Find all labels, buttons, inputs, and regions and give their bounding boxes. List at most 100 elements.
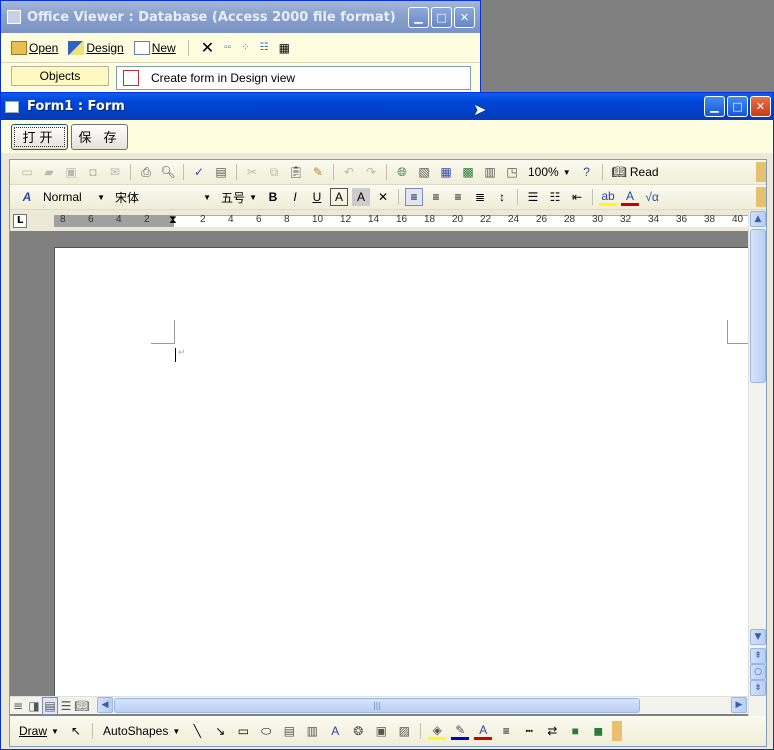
3d-style-icon[interactable]: ◼: [589, 722, 607, 740]
equation-icon[interactable]: √α: [643, 188, 661, 206]
redo-icon[interactable]: ↷: [362, 163, 380, 181]
line-color-icon[interactable]: ✎: [451, 722, 470, 740]
print-layout-icon[interactable]: ▤: [42, 696, 58, 715]
web-layout-icon[interactable]: ◨: [26, 697, 42, 715]
align-left-icon[interactable]: ≡: [405, 188, 423, 206]
design-button[interactable]: Design: [68, 40, 124, 55]
clip-art-icon[interactable]: ▣: [372, 722, 390, 740]
styles-icon[interactable]: A: [18, 188, 36, 206]
highlight-icon[interactable]: ab: [599, 188, 617, 206]
open-folder-icon[interactable]: ▰: [40, 163, 58, 181]
align-center-icon[interactable]: ≡: [427, 188, 445, 206]
scroll-left-icon[interactable]: ◀: [97, 697, 113, 713]
decrease-indent-icon[interactable]: ⇤: [568, 188, 586, 206]
email-icon[interactable]: ✉: [106, 163, 124, 181]
close-button[interactable]: ✕: [454, 6, 475, 28]
italic-icon[interactable]: I: [286, 188, 304, 206]
paste-icon[interactable]: 📋︎: [287, 163, 305, 181]
help-icon[interactable]: ?: [578, 163, 596, 181]
vertical-text-box-icon[interactable]: ▥: [303, 722, 321, 740]
numbering-icon[interactable]: ☰: [524, 188, 542, 206]
wordart-icon[interactable]: A: [326, 722, 344, 740]
font-color-icon[interactable]: A: [621, 188, 639, 206]
open-file-button[interactable]: 打开: [11, 123, 68, 150]
form-titlebar[interactable]: Form1 : Form ➤ ▁ □ ✕: [1, 93, 773, 120]
char-border-icon[interactable]: A: [330, 188, 348, 206]
rectangle-icon[interactable]: ▭: [234, 722, 252, 740]
reading-layout-icon[interactable]: 📖︎: [74, 697, 90, 715]
vertical-scrollbar[interactable]: ▲ ▼ ⇞ ○ ⇟: [748, 211, 766, 726]
details-icon[interactable]: ▦: [279, 41, 290, 55]
previous-page-icon[interactable]: ⇞: [750, 648, 766, 664]
save-button[interactable]: 保 存: [71, 123, 128, 150]
select-browse-object-icon[interactable]: ○: [750, 664, 766, 680]
justify-icon[interactable]: ≣: [471, 188, 489, 206]
dash-style-icon[interactable]: ┅: [520, 722, 538, 740]
new-document-icon[interactable]: ▭: [18, 163, 36, 181]
toolbar-overflow-icon[interactable]: [756, 187, 766, 207]
scroll-thumb[interactable]: [750, 229, 766, 383]
minimize-button[interactable]: ▁: [704, 96, 725, 117]
list-icon[interactable]: ☷: [260, 42, 269, 53]
save-icon[interactable]: ▣: [62, 163, 80, 181]
open-button[interactable]: Open: [11, 40, 58, 55]
drawing-icon[interactable]: ◳: [503, 163, 521, 181]
create-form-design-item[interactable]: Create form in Design view: [116, 66, 471, 90]
large-icons-icon[interactable]: ▫▫: [224, 42, 231, 53]
align-right-icon[interactable]: ≡: [449, 188, 467, 206]
copy-icon[interactable]: ⧉: [265, 163, 283, 181]
close-button[interactable]: ✕: [750, 96, 771, 117]
line-icon[interactable]: ╲: [188, 722, 206, 740]
maximize-button[interactable]: □: [431, 6, 452, 28]
autoshapes-menu[interactable]: AutoShapes ▼: [100, 722, 183, 740]
char-shading-icon[interactable]: A: [352, 188, 370, 206]
arrow-style-icon[interactable]: ⇄: [543, 722, 561, 740]
tables-borders-icon[interactable]: ▧: [415, 163, 433, 181]
cut-icon[interactable]: ✂: [243, 163, 261, 181]
spelling-icon[interactable]: ✓: [190, 163, 208, 181]
line-spacing-icon[interactable]: ↕: [493, 188, 511, 206]
format-painter-icon[interactable]: ✎: [309, 163, 327, 181]
minimize-button[interactable]: ▁: [408, 6, 429, 28]
bold-icon[interactable]: B: [264, 188, 282, 206]
research-icon[interactable]: ▤: [212, 163, 230, 181]
outline-view-icon[interactable]: ☰: [58, 697, 74, 715]
diagram-icon[interactable]: ❂: [349, 722, 367, 740]
insert-excel-icon[interactable]: ▩: [459, 163, 477, 181]
char-scale-icon[interactable]: ✕: [374, 188, 392, 206]
font-size-select[interactable]: 五号 ▼: [218, 188, 260, 206]
scroll-down-icon[interactable]: ▼: [750, 629, 766, 645]
underline-icon[interactable]: U: [308, 188, 326, 206]
scroll-up-icon[interactable]: ▲: [750, 211, 766, 227]
permission-icon[interactable]: ◘: [84, 163, 102, 181]
print-icon[interactable]: ⎙: [137, 163, 155, 181]
toolbar-overflow-icon[interactable]: [756, 162, 766, 182]
picture-icon[interactable]: ▨: [395, 722, 413, 740]
columns-icon[interactable]: ▥: [481, 163, 499, 181]
insert-table-icon[interactable]: ▦: [437, 163, 455, 181]
toolbar-overflow-icon[interactable]: [612, 721, 623, 741]
style-select[interactable]: Normal ▼: [40, 188, 108, 206]
document-page[interactable]: ↵: [54, 247, 749, 696]
print-preview-icon[interactable]: 🔍︎: [159, 163, 177, 181]
zoom-select[interactable]: 100% ▼: [525, 163, 574, 181]
undo-icon[interactable]: ↶: [340, 163, 358, 181]
draw-menu[interactable]: Draw ▼: [16, 722, 62, 740]
font-color-icon[interactable]: A: [474, 722, 493, 740]
select-objects-icon[interactable]: ↖: [67, 722, 85, 740]
objects-header[interactable]: Objects: [11, 66, 109, 86]
delete-icon[interactable]: ✕: [201, 38, 214, 58]
indent-marker-icon[interactable]: ⧗: [169, 213, 177, 227]
fill-color-icon[interactable]: ◈: [428, 722, 447, 740]
text-box-icon[interactable]: ▤: [280, 722, 298, 740]
horizontal-scrollbar[interactable]: ≡ ◨ ▤ ☰ 📖︎ ◀ ||| ▶: [10, 696, 748, 715]
normal-view-icon[interactable]: ≡: [10, 697, 26, 715]
scroll-right-icon[interactable]: ▶: [731, 697, 747, 713]
arrow-icon[interactable]: ↘: [211, 722, 229, 740]
database-titlebar[interactable]: Office Viewer : Database (Access 2000 fi…: [1, 1, 480, 33]
horizontal-scroll-thumb[interactable]: |||: [114, 698, 640, 713]
next-page-icon[interactable]: ⇟: [750, 680, 766, 696]
oval-icon[interactable]: ⬭: [257, 722, 275, 740]
line-style-icon[interactable]: ≡: [497, 722, 515, 740]
maximize-button[interactable]: □: [727, 96, 748, 117]
